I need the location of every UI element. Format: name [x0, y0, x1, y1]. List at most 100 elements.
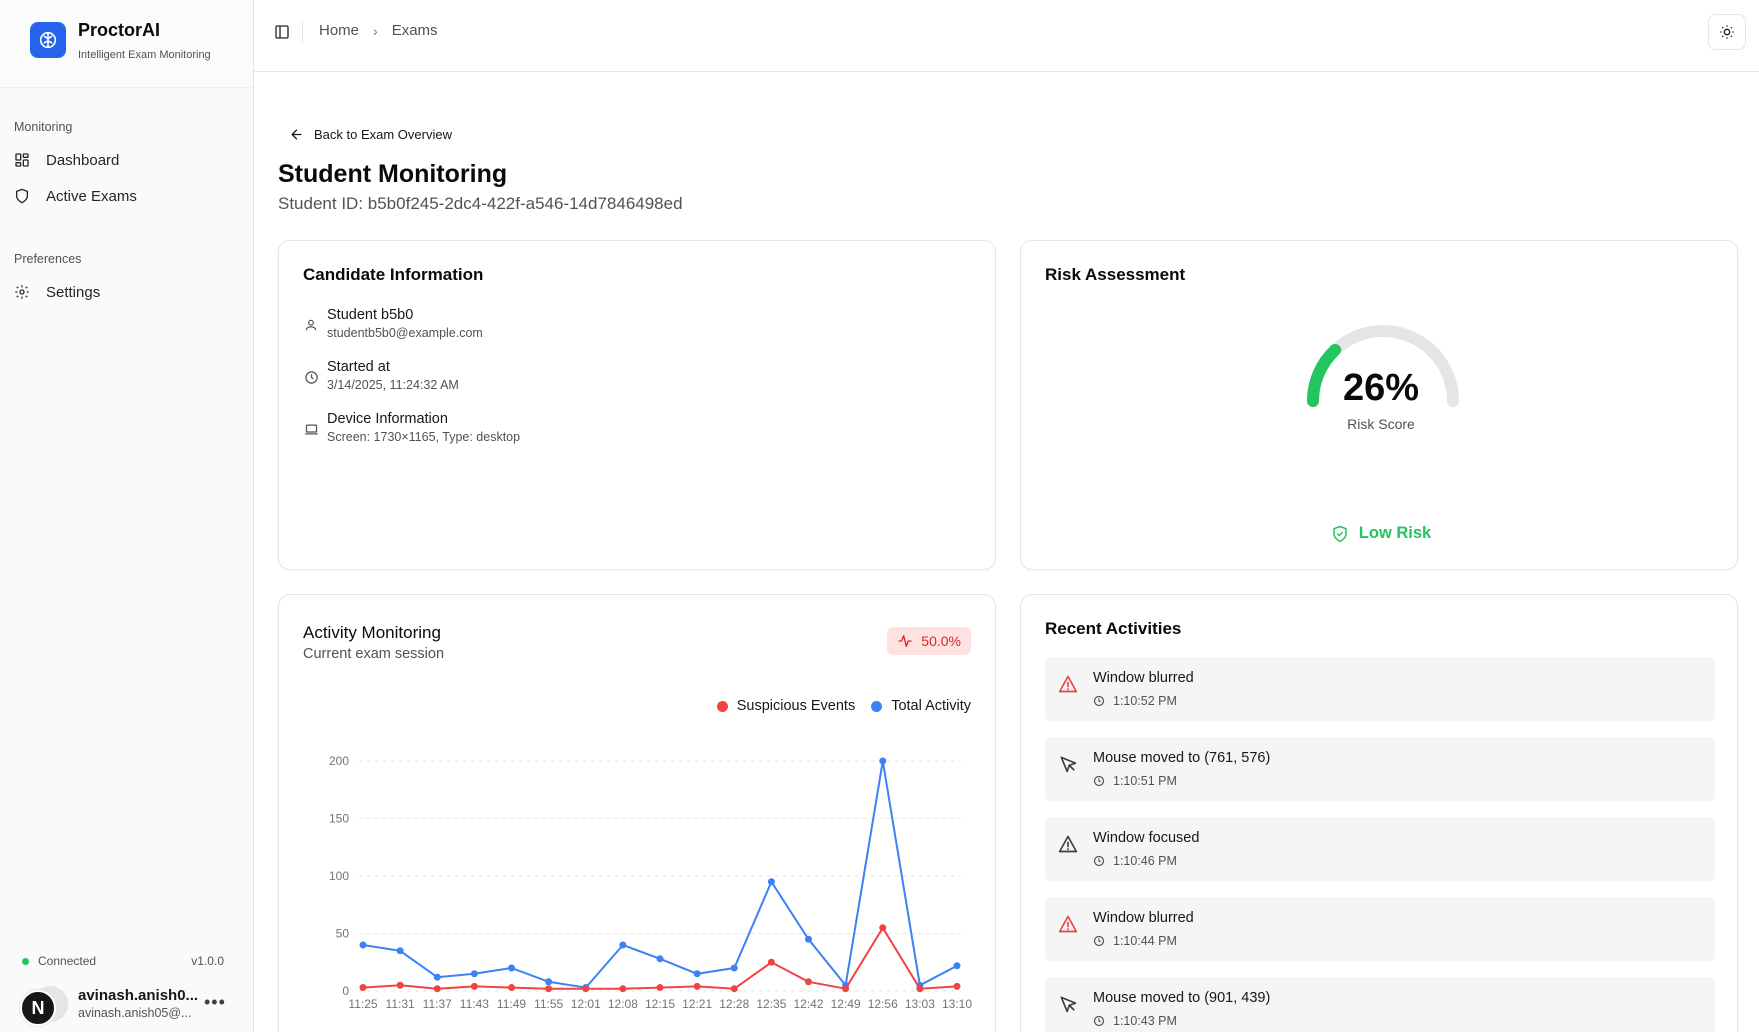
- data-point: [359, 984, 367, 992]
- sun-icon: [1720, 25, 1734, 39]
- more-icon[interactable]: •••: [204, 992, 226, 1013]
- data-point: [656, 984, 664, 992]
- card-subtitle: Current exam session: [303, 646, 445, 662]
- data-point: [433, 985, 441, 993]
- data-point: [953, 982, 961, 990]
- user-icon: [303, 317, 319, 333]
- brand-header[interactable]: ProctorAI Intelligent Exam Monitoring: [0, 0, 253, 88]
- x-tick-label: 12:15: [645, 997, 675, 1011]
- card-title: Risk Assessment: [1045, 265, 1186, 284]
- activity-item[interactable]: Window blurred 1:10:52 PM: [1045, 657, 1715, 721]
- alert-triangle-icon: [1057, 833, 1079, 855]
- activity-item[interactable]: Mouse moved to (761, 576) 1:10:51 PM: [1045, 737, 1715, 801]
- user-menu[interactable]: N avinash.anish0... avinash.anish05@... …: [20, 984, 230, 1028]
- nav-group-monitoring: Monitoring: [14, 120, 73, 134]
- data-point: [470, 982, 478, 990]
- activity-time: 1:10:52 PM: [1093, 694, 1177, 708]
- info-value: 3/14/2025, 11:24:32 AM: [327, 378, 459, 392]
- data-point: [879, 757, 887, 765]
- x-tick-label: 12:56: [868, 997, 898, 1011]
- sidebar-item-label: Active Exams: [46, 187, 137, 205]
- data-point: [470, 970, 478, 978]
- data-point: [582, 985, 590, 993]
- data-point: [619, 941, 627, 949]
- status-text: Connected: [38, 954, 97, 968]
- user-email: avinash.anish05@...: [78, 1006, 192, 1020]
- y-tick-label: 200: [329, 754, 349, 768]
- activity-icon: [897, 633, 913, 649]
- legend-item-total[interactable]: Total Activity: [871, 698, 971, 714]
- top-bar: Home › Exams: [254, 0, 1759, 72]
- user-name: avinash.anish0...: [78, 987, 199, 1004]
- alert-triangle-icon: [1057, 673, 1079, 695]
- back-to-exam-overview-link[interactable]: Back to Exam Overview: [289, 127, 452, 142]
- x-tick-label: 13:03: [905, 997, 935, 1011]
- activity-text: Window blurred: [1093, 910, 1194, 926]
- x-tick-label: 12:21: [682, 997, 712, 1011]
- data-point: [879, 924, 887, 932]
- data-point: [396, 947, 404, 955]
- grid-icon: [14, 152, 30, 168]
- candidate-info-card: Candidate Information Student b5b0 stude…: [278, 240, 996, 570]
- x-tick-label: 11:43: [460, 997, 489, 1011]
- activity-text: Window focused: [1093, 830, 1200, 846]
- data-point: [433, 973, 441, 981]
- info-value: studentb5b0@example.com: [327, 326, 483, 340]
- legend-swatch: [716, 700, 728, 712]
- sidebar: ProctorAI Intelligent Exam Monitoring Mo…: [0, 0, 254, 1032]
- activity-time: 1:10:51 PM: [1093, 774, 1177, 788]
- x-tick-label: 11:31: [386, 997, 415, 1011]
- badge-value: 50.0%: [921, 633, 961, 649]
- activity-time-value: 1:10:46 PM: [1113, 854, 1177, 868]
- y-tick-label: 50: [336, 927, 350, 941]
- avatar: N: [20, 990, 56, 1026]
- data-point: [693, 970, 701, 978]
- activity-item[interactable]: Mouse moved to (901, 439) 1:10:43 PM: [1045, 977, 1715, 1032]
- brain-logo-icon: [30, 22, 66, 58]
- connection-status: Connected v1.0.0: [22, 954, 224, 968]
- info-label: Started at: [327, 359, 390, 375]
- breadcrumb-home[interactable]: Home: [319, 22, 359, 39]
- app-name: ProctorAI: [78, 20, 161, 40]
- app-tagline: Intelligent Exam Monitoring: [78, 49, 211, 61]
- laptop-icon: [303, 421, 319, 437]
- breadcrumb-exams[interactable]: Exams: [392, 22, 438, 39]
- activity-time: 1:10:46 PM: [1093, 854, 1177, 868]
- card-title: Recent Activities: [1045, 619, 1182, 638]
- clock-icon: [1093, 855, 1105, 867]
- legend-item-suspicious[interactable]: Suspicious Events: [716, 698, 855, 714]
- activity-item[interactable]: Window blurred 1:10:44 PM: [1045, 897, 1715, 961]
- risk-score-value: 26%: [1342, 367, 1420, 409]
- data-point: [656, 955, 664, 963]
- theme-toggle-button[interactable]: [1708, 14, 1746, 50]
- data-point: [508, 964, 515, 972]
- clock-icon: [303, 369, 319, 385]
- data-point: [842, 985, 850, 993]
- info-value: Screen: 1730×1165, Type: desktop: [327, 430, 521, 444]
- divider: [302, 21, 303, 43]
- activity-item[interactable]: Window focused 1:10:46 PM: [1045, 817, 1715, 881]
- activity-time-value: 1:10:52 PM: [1113, 694, 1177, 708]
- activity-text: Mouse moved to (761, 576): [1093, 750, 1271, 766]
- data-point: [619, 985, 627, 993]
- activity-time: 1:10:44 PM: [1093, 934, 1177, 948]
- sidebar-item-settings[interactable]: Settings: [14, 276, 240, 308]
- sidebar-item-dashboard[interactable]: Dashboard: [14, 144, 240, 176]
- x-tick-label: 12:35: [756, 997, 786, 1011]
- data-point: [730, 985, 738, 993]
- y-tick-label: 150: [329, 812, 349, 826]
- clock-icon: [1093, 1015, 1105, 1027]
- recent-activities-card: Recent Activities Window blurred 1:10:52 …: [1020, 594, 1738, 1032]
- sidebar-item-active-exams[interactable]: Active Exams: [14, 180, 240, 212]
- activity-time-value: 1:10:44 PM: [1113, 934, 1177, 948]
- data-point: [805, 935, 812, 943]
- risk-score-label: Risk Score: [1347, 416, 1415, 432]
- data-point: [359, 941, 367, 949]
- x-tick-label: 12:42: [793, 997, 823, 1011]
- chevron-right-icon: ›: [373, 22, 378, 39]
- sidebar-item-label: Dashboard: [46, 151, 120, 169]
- suspicious-percent-badge: 50.0%: [887, 627, 971, 655]
- gear-icon: [14, 284, 30, 300]
- sidebar-toggle-button[interactable]: [272, 22, 292, 42]
- data-point: [953, 962, 961, 970]
